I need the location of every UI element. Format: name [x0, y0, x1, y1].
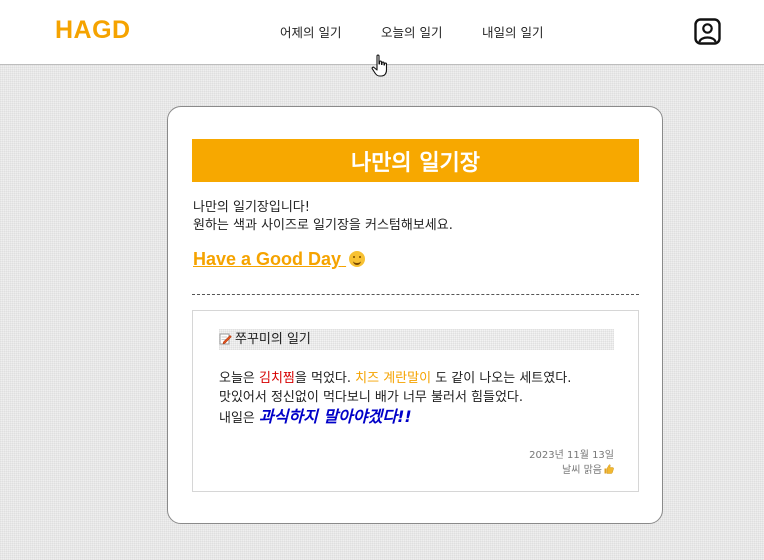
diary-entry-title: 쭈꾸미의 일기	[235, 332, 311, 347]
hand-pointer-icon	[371, 54, 388, 77]
smile-icon	[349, 251, 366, 267]
diary-meta: 2023년 11월 13일 날씨 맑음	[529, 448, 614, 478]
highlight-red-text: 김치찜	[259, 371, 295, 386]
nav-tomorrow-diary[interactable]: 내일의 일기	[482, 22, 543, 41]
intro-text: 나만의 일기장입니다! 원하는 색과 사이즈로 일기장을 커스텀해보세요.	[193, 199, 633, 235]
diary-paragraph-1: 오늘은 김치찜을 먹었다. 치즈 계란말이 도 같이 나오는 세트였다.	[219, 369, 614, 388]
nav-today-diary[interactable]: 오늘의 일기	[381, 22, 442, 41]
diary-text: 도 같이 나오는 세트였다.	[431, 371, 572, 386]
card-title: 나만의 일기장	[192, 139, 639, 182]
memo-icon	[219, 333, 232, 345]
diary-entry: 쭈꾸미의 일기 오늘은 김치찜을 먹었다. 치즈 계란말이 도 같이 나오는 세…	[192, 310, 639, 492]
diary-text: 오늘은	[219, 371, 260, 386]
diary-text: 을 먹었다.	[294, 371, 356, 386]
intro-line-2: 원하는 색과 사이즈로 일기장을 커스텀해보세요.	[193, 218, 453, 233]
logo[interactable]: HAGD	[55, 16, 131, 45]
diary-entry-header: 쭈꾸미의 일기	[219, 329, 614, 350]
diary-weather-row: 날씨 맑음	[529, 463, 614, 478]
diary-date: 2023년 11월 13일	[529, 450, 614, 461]
diary-paragraph-3: 내일은 과식하지 말아야겠다!!	[219, 407, 614, 428]
dashed-divider	[192, 294, 639, 295]
thumbs-up-icon	[604, 464, 614, 474]
diary-entry-body: 오늘은 김치찜을 먹었다. 치즈 계란말이 도 같이 나오는 세트였다. 맛있어…	[219, 369, 614, 428]
diary-paragraph-2: 맛있어서 정신없이 먹다보니 배가 너무 불러서 힘들었다.	[219, 390, 524, 405]
have-good-day-label: Have a Good Day	[193, 249, 342, 269]
emphasis-text: 과식하지 말아야겠다!!	[259, 407, 412, 426]
highlight-orange-text: 치즈 계란말이	[355, 371, 432, 386]
user-profile-icon[interactable]	[694, 18, 721, 45]
nav-yesterday-diary[interactable]: 어제의 일기	[280, 22, 341, 41]
intro-line-1: 나만의 일기장입니다!	[193, 200, 310, 215]
diary-text: 내일은	[219, 411, 260, 426]
diary-weather: 날씨 맑음	[562, 465, 602, 476]
diary-card: 나만의 일기장 나만의 일기장입니다! 원하는 색과 사이즈로 일기장을 커스텀…	[167, 106, 663, 524]
have-good-day-link[interactable]: Have a Good Day	[193, 249, 366, 270]
